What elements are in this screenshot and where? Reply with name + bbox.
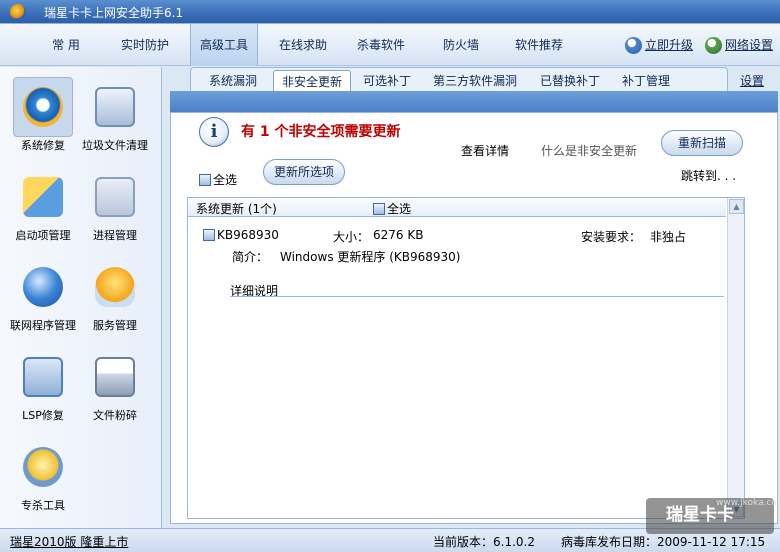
title-bar: 瑞星卡卡上网安全助手6.1 <box>0 0 780 24</box>
tab-optional-patches[interactable]: 可选补丁 <box>357 70 417 92</box>
tab-third-party-vulnerabilities[interactable]: 第三方软件漏洞 <box>423 70 527 92</box>
sidebar-item-label: 文件粉碎 <box>93 409 137 422</box>
menu-advanced-tools[interactable]: 高级工具 <box>190 24 258 66</box>
menu-antivirus[interactable]: 杀毒软件 <box>348 24 414 66</box>
info-icon: i <box>199 117 229 147</box>
sidebar-item-label: 联网程序管理 <box>10 319 76 332</box>
startup-icon <box>23 177 63 217</box>
entry-id-label: KB968930 <box>217 228 279 242</box>
view-details-link[interactable]: 查看详情 <box>461 142 509 159</box>
sidebar-item-label: 启动项管理 <box>15 229 71 242</box>
menu-realtime-protection[interactable]: 实时防护 <box>110 24 180 66</box>
virus-db-date: 病毒库发布日期：2009-11-12 17:15 <box>561 535 766 549</box>
entry-checkbox[interactable] <box>203 229 215 241</box>
current-version: 当前版本：6.1.0.2 <box>433 535 535 549</box>
site-watermark: www.jkoka.com 瑞星卡卡 <box>646 498 780 534</box>
network-settings-label: 网络设置 <box>725 38 774 52</box>
main-content: 系统漏洞 非安全更新 可选补丁 第三方软件漏洞 已替换补丁 补丁管理 设置 i … <box>168 67 780 528</box>
group-select-all[interactable]: 全选 <box>373 200 411 217</box>
sidebar-item-lsp-repair[interactable]: LSP修复 <box>10 347 76 422</box>
group-header: 系统更新 (1个) 全选 <box>188 198 726 217</box>
sidebar-item-label: 专杀工具 <box>21 499 65 512</box>
upgrade-label: 立即升级 <box>645 38 694 52</box>
what-is-non-security-link[interactable]: 什么是非安全更新 <box>541 142 637 159</box>
jump-to-link[interactable]: 跳转到. . . <box>681 167 736 184</box>
promo-link[interactable]: 瑞星2010版 隆重上市 <box>10 533 128 550</box>
entry-divider <box>230 296 724 297</box>
sidebar-item-junk-clean[interactable]: 垃圾文件清理 <box>82 77 148 152</box>
tab-patch-management[interactable]: 补丁管理 <box>613 70 679 92</box>
upgrade-icon <box>625 37 642 54</box>
app-logo-icon <box>10 4 26 20</box>
main-menu: 常 用 实时防护 高级工具 在线求助 杀毒软件 防火墙 软件推荐 立即升级 网络… <box>0 24 780 66</box>
group-title: 系统更新 (1个) <box>196 202 277 216</box>
ie-repair-icon <box>23 87 63 127</box>
tab-replaced-patches[interactable]: 已替换补丁 <box>533 70 607 92</box>
update-entry-id[interactable]: KB968930 <box>203 228 279 242</box>
select-all-top[interactable]: 全选 <box>199 171 237 188</box>
sidebar-item-services[interactable]: 服务管理 <box>82 257 148 332</box>
rescan-button[interactable]: 重新扫描 <box>661 130 743 156</box>
size-value: 6276 KB <box>373 228 424 242</box>
sidebar-item-file-shredder[interactable]: 文件粉碎 <box>82 347 148 422</box>
patch-subtabs: 系统漏洞 非安全更新 可选补丁 第三方软件漏洞 已替换补丁 补丁管理 <box>190 67 728 92</box>
sidebar-item-label: LSP修复 <box>22 409 64 422</box>
network-settings-link[interactable]: 网络设置 <box>705 37 773 55</box>
settings-link[interactable]: 设置 <box>740 72 764 89</box>
sidebar-item-label: 进程管理 <box>93 229 137 242</box>
group-select-all-label: 全选 <box>387 202 412 216</box>
scroll-up-icon[interactable]: ▲ <box>729 199 744 214</box>
heart-icon <box>95 267 135 307</box>
sidebar-item-process[interactable]: 进程管理 <box>82 167 148 242</box>
window-title: 瑞星卡卡上网安全助手6.1 <box>44 6 184 20</box>
select-all-label: 全选 <box>213 173 238 187</box>
tab-non-security-updates[interactable]: 非安全更新 <box>273 70 351 92</box>
sidebar-item-startup[interactable]: 启动项管理 <box>10 167 76 242</box>
header-band <box>170 91 778 112</box>
sidebar-item-label: 系统修复 <box>21 139 65 152</box>
sidebar-item-label: 垃圾文件清理 <box>82 139 148 152</box>
update-selected-button[interactable]: 更新所选项 <box>263 159 345 185</box>
menu-software-recommend[interactable]: 软件推荐 <box>506 24 572 66</box>
process-gear-icon <box>95 177 135 217</box>
watermark-text: 瑞星卡卡 <box>666 505 734 525</box>
sidebar-item-kill-tools[interactable]: 专杀工具 <box>10 437 76 512</box>
trash-icon <box>95 87 135 127</box>
lsp-icon <box>23 357 63 397</box>
upgrade-now-link[interactable]: 立即升级 <box>625 37 693 55</box>
network-settings-icon <box>705 37 722 54</box>
update-list: 系统更新 (1个) 全选 ▲ ▼ KB968930 大小： 6276 KB 安装… <box>187 197 745 519</box>
size-label: 大小： <box>333 230 370 244</box>
group-select-all-checkbox[interactable] <box>373 203 385 215</box>
menu-common[interactable]: 常 用 <box>38 24 94 66</box>
tab-system-vulnerabilities[interactable]: 系统漏洞 <box>197 70 269 92</box>
menu-online-help[interactable]: 在线求助 <box>268 24 338 66</box>
sidebar-item-network-programs[interactable]: 联网程序管理 <box>10 257 76 332</box>
sidebar-item-system-repair[interactable]: 系统修复 <box>10 77 76 152</box>
list-scrollbar[interactable]: ▲ ▼ <box>727 198 744 518</box>
select-all-checkbox[interactable] <box>199 174 211 186</box>
sidebar-item-label: 服务管理 <box>93 319 137 332</box>
tools-sidebar: 系统修复 垃圾文件清理 启动项管理 进程管理 联网程序管理 服务管理 LSP修复… <box>0 67 162 528</box>
globe-icon <box>23 267 63 307</box>
shredder-icon <box>95 357 135 397</box>
updates-panel: i 有 1 个非安全项需要更新 查看详情 什么是非安全更新 重新扫描 全选 更新… <box>170 112 778 524</box>
install-requirement-value: 非独占 <box>650 230 687 244</box>
install-requirement-label: 安装要求： <box>581 230 642 244</box>
update-count-headline: 有 1 个非安全项需要更新 <box>241 124 401 140</box>
menu-firewall[interactable]: 防火墙 <box>434 24 488 66</box>
description-value: Windows 更新程序 (KB968930) <box>280 250 461 264</box>
description-label: 简介： <box>232 250 269 264</box>
kill-tool-icon <box>23 447 63 487</box>
